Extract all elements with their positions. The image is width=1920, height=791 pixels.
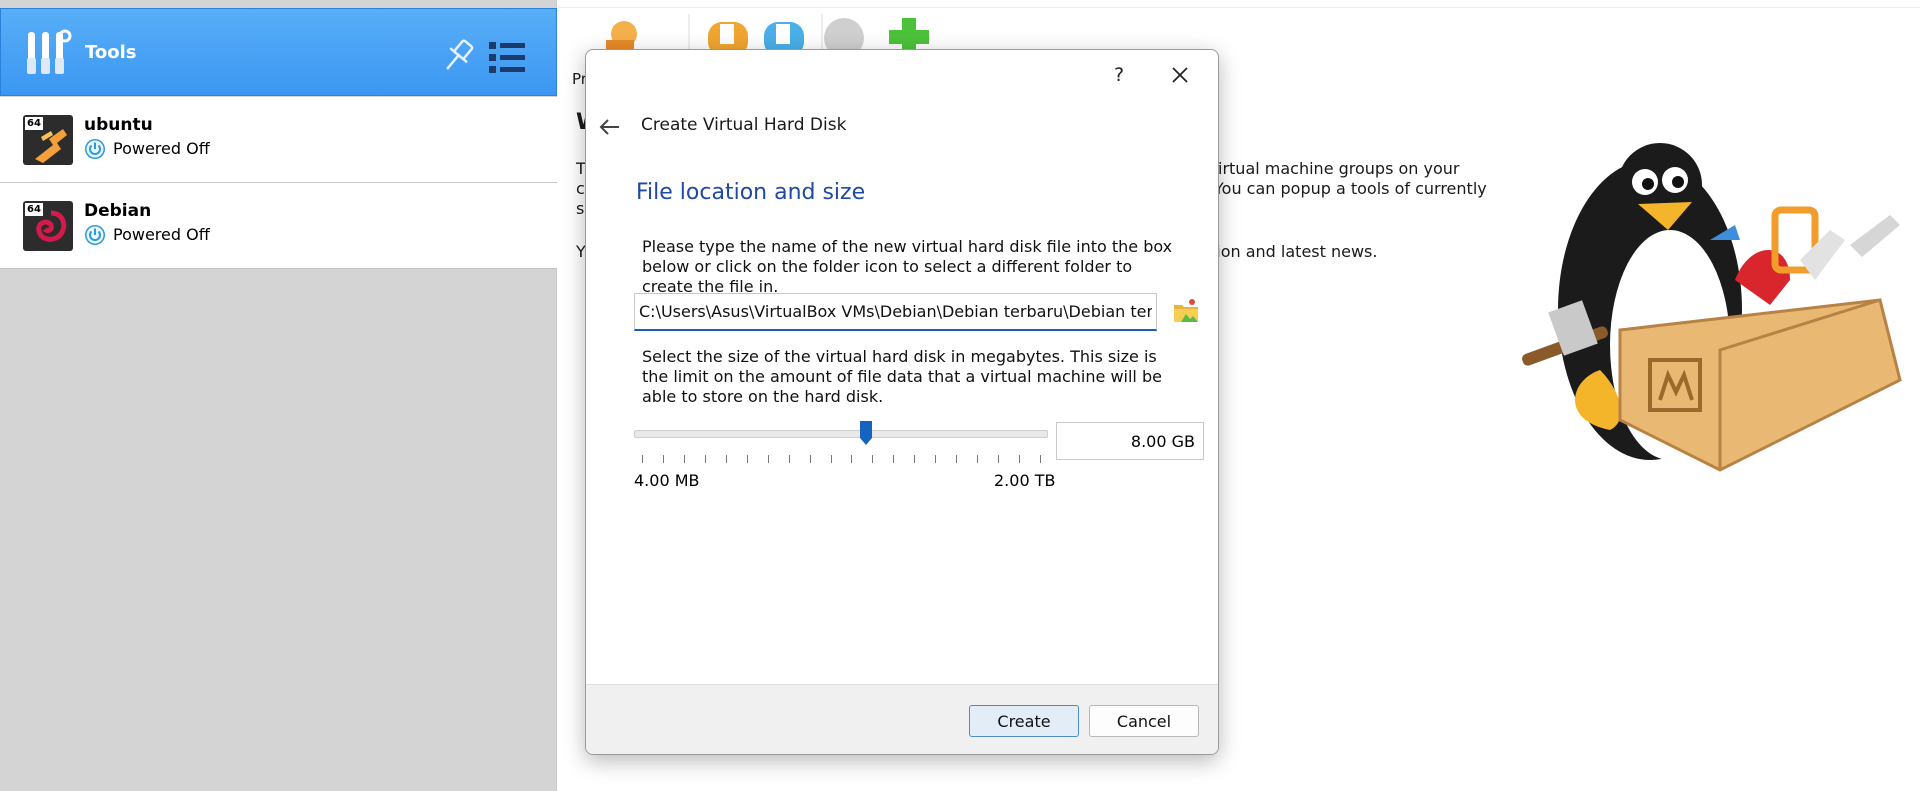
size-input[interactable] [1056, 422, 1204, 460]
slider-tick [1040, 455, 1041, 463]
tux-toolbox-illustration [1522, 143, 1902, 472]
slider-tick [809, 455, 811, 463]
size-max-label: 2.00 TB [994, 471, 1056, 490]
create-virtual-hard-disk-dialog: ? Create Virtual Hard Disk File location… [585, 49, 1219, 755]
ubuntu-os-icon: 64 [23, 115, 73, 165]
dialog-title: Create Virtual Hard Disk [641, 115, 847, 135]
slider-tick [1019, 455, 1021, 463]
section-title: File location and size [636, 180, 866, 205]
slider-tick [998, 455, 1000, 463]
slider-tick [788, 455, 790, 463]
vm-list-panel: Tools 64 ubuntu Powered Off 64 Debian Po… [0, 0, 557, 791]
tools-icon [27, 29, 72, 74]
powered-off-icon [85, 225, 105, 245]
arch-badge: 64 [25, 117, 43, 130]
vm-item-debian[interactable]: 64 Debian Powered Off [0, 183, 557, 269]
vm-name: Debian [84, 201, 152, 221]
vm-name: ubuntu [84, 115, 153, 135]
tools-label: Tools [85, 42, 137, 63]
slider-tick [914, 455, 916, 463]
location-description: Please type the name of the new virtual … [642, 237, 1173, 296]
slider-tick [746, 455, 748, 463]
slider-tick [872, 455, 874, 463]
create-button[interactable]: Create [969, 705, 1079, 737]
help-button[interactable]: ? [1104, 60, 1134, 90]
vm-state: Powered Off [113, 139, 210, 158]
slider-tick [642, 455, 643, 463]
welcome-text: c [576, 179, 585, 198]
size-min-label: 4.00 MB [634, 471, 700, 490]
debian-os-icon: 64 [23, 201, 73, 251]
main-toolbar [606, 14, 929, 54]
arch-badge: 64 [25, 203, 43, 216]
folder-icon[interactable] [1171, 296, 1201, 326]
slider-tick [704, 455, 706, 463]
welcome-text: irtual machine groups on your [1218, 159, 1460, 178]
slider-tick [683, 455, 685, 463]
list-menu-icon[interactable] [487, 40, 527, 76]
close-icon[interactable] [1165, 60, 1195, 90]
powered-off-icon [85, 139, 105, 159]
tools-item[interactable]: Tools [0, 8, 557, 96]
cancel-button[interactable]: Cancel [1089, 705, 1199, 737]
slider-tick [767, 455, 769, 463]
back-arrow-icon[interactable] [596, 113, 624, 141]
slider-tick [956, 455, 958, 463]
vm-state: Powered Off [113, 225, 210, 244]
slider-track[interactable] [634, 430, 1048, 438]
vm-item-ubuntu[interactable]: 64 ubuntu Powered Off [0, 97, 557, 183]
welcome-text: You can popup a tools of currently [1214, 179, 1487, 198]
size-description: Select the size of the virtual hard disk… [642, 347, 1162, 406]
file-path-input[interactable] [634, 293, 1157, 331]
slider-handle[interactable] [859, 420, 873, 446]
slider-tick [935, 455, 937, 463]
pin-icon[interactable] [439, 37, 477, 75]
dialog-button-bar: Create Cancel [586, 684, 1218, 754]
divider [558, 7, 1920, 8]
slider-tick [851, 455, 853, 463]
slider-tick [725, 455, 727, 463]
slider-tick [662, 455, 664, 463]
welcome-text: tion and latest news. [1210, 242, 1378, 261]
slider-tick [893, 455, 895, 463]
slider-tick [830, 455, 832, 463]
slider-tick [977, 455, 979, 463]
